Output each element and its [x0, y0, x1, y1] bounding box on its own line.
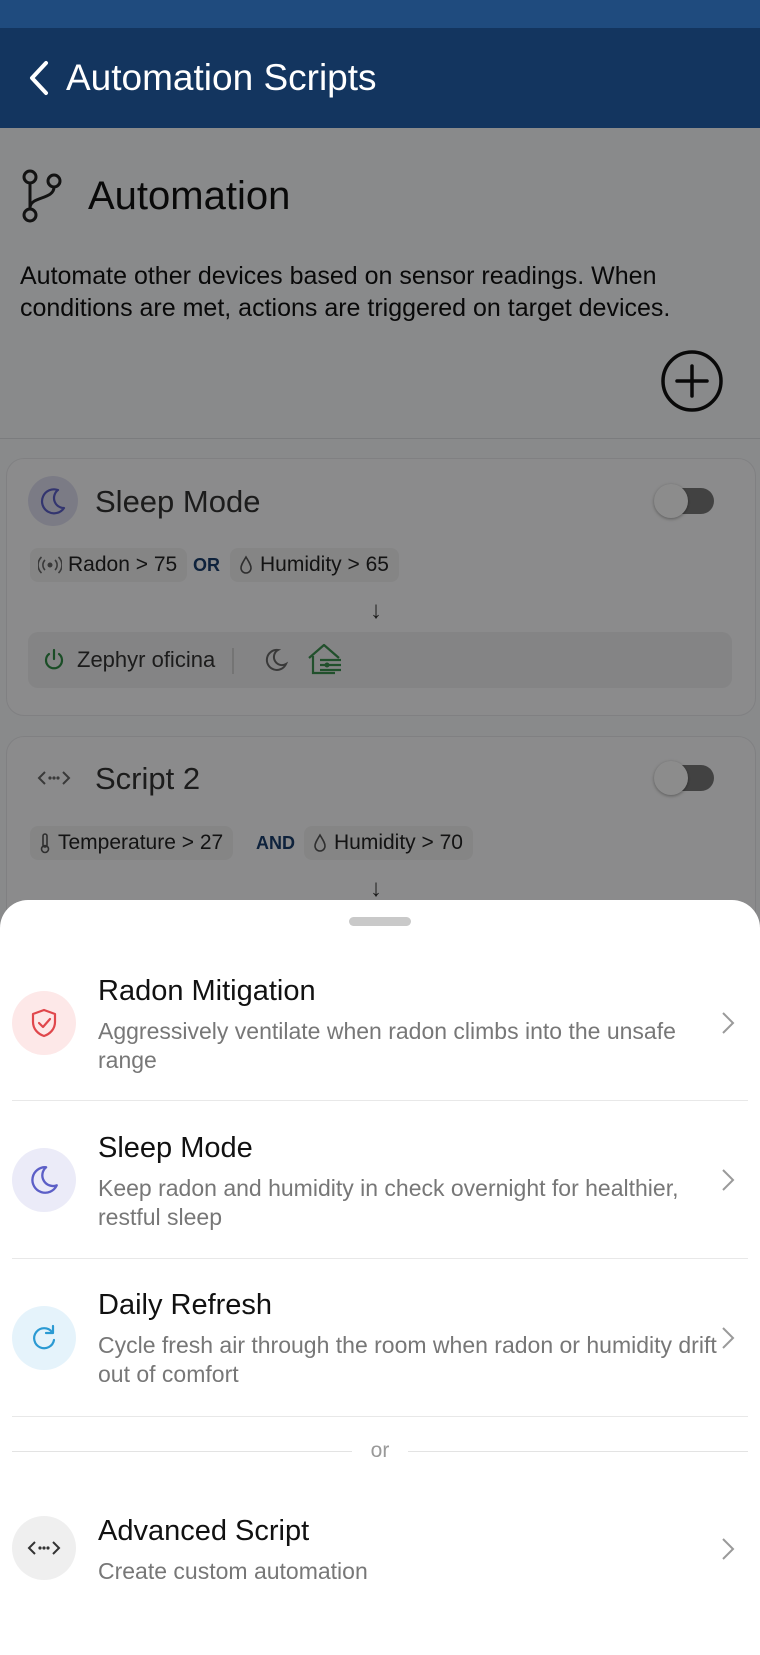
radon-mitigation-avatar: [12, 991, 76, 1055]
back-icon[interactable]: [24, 58, 54, 98]
or-divider-line: [408, 1451, 748, 1452]
daily-refresh-avatar: [12, 1306, 76, 1370]
advanced-script-avatar: [12, 1516, 76, 1580]
refresh-icon: [33, 1324, 56, 1350]
option-advanced-script[interactable]: [0, 1490, 760, 1610]
option-description: Cycle fresh air through the room when ra…: [98, 1332, 717, 1387]
or-divider-line: [12, 1451, 352, 1452]
chevron-right-icon: [722, 1327, 735, 1349]
option-description: Create custom automation: [98, 1558, 368, 1584]
app-bar-title: Automation Scripts: [66, 57, 377, 98]
option-description: Keep radon and humidity in check overnig…: [98, 1175, 679, 1230]
chevron-right-icon: [722, 1169, 735, 1191]
option-title: Daily Refresh: [98, 1289, 273, 1321]
code-icon: [27, 1541, 61, 1555]
sheet-drag-handle[interactable]: [349, 917, 411, 926]
option-title: Advanced Script: [98, 1515, 310, 1547]
sleep-mode-avatar: [12, 1148, 76, 1212]
option-description: Aggressively ventilate when radon climbs…: [98, 1018, 676, 1073]
option-divider: [12, 1416, 748, 1417]
chevron-right-icon: [722, 1538, 735, 1560]
chevron-right-icon: [722, 1012, 735, 1034]
option-title: Sleep Mode: [98, 1132, 253, 1164]
moon-icon: [31, 1166, 58, 1194]
shield-check-icon: [31, 1008, 57, 1038]
status-bar: [0, 0, 760, 28]
app-bar: Automation Scripts: [0, 28, 760, 128]
or-label: or: [370, 1439, 390, 1462]
option-title: Radon Mitigation: [98, 975, 316, 1007]
